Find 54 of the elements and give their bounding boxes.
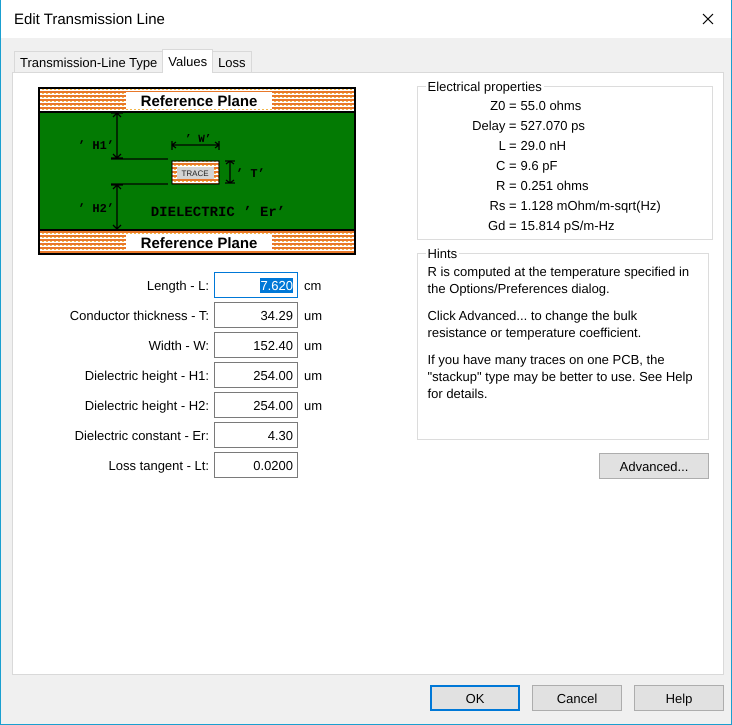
dialog-button[interactable]: Help bbox=[634, 685, 724, 711]
field-label: Width - W: bbox=[148, 338, 210, 352]
group-title: Hints bbox=[426, 246, 458, 261]
field-label: Dielectric constant - Er: bbox=[74, 428, 210, 442]
property-value: 55.0 ohms bbox=[520, 98, 582, 114]
property-value: 15.814 pS/m-Hz bbox=[520, 218, 616, 234]
dimension-label: ’ W’ bbox=[185, 134, 212, 146]
field-label: Loss tangent - Lt: bbox=[108, 458, 210, 472]
value-field[interactable]: 34.29 bbox=[214, 302, 298, 328]
property-value: 9.6 pF bbox=[520, 158, 558, 174]
tab[interactable]: Loss bbox=[212, 51, 252, 72]
dimension-label: ’ H1’ bbox=[78, 139, 114, 153]
tab[interactable]: Transmission-Line Type bbox=[14, 51, 164, 72]
value-field[interactable]: 4.30 bbox=[214, 422, 298, 448]
property-value: 1.128 mOhm/m-sqrt(Hz) bbox=[520, 198, 662, 214]
hint-text: If you have many traces on one PCB, the "stackup" type may be better to use. See Help for details. bbox=[428, 351, 694, 402]
property-value: 29.0 nH bbox=[520, 138, 568, 154]
dialog-button[interactable]: OK bbox=[430, 685, 520, 711]
window-title: Edit Transmission Line bbox=[14, 10, 165, 28]
value-field[interactable]: 254.00 bbox=[214, 392, 298, 418]
unit-label: um bbox=[304, 368, 322, 382]
unit-label: um bbox=[304, 398, 322, 412]
property-name: Rs = bbox=[488, 198, 517, 214]
value-field[interactable]: 0.0200 bbox=[214, 452, 298, 478]
field-label: Dielectric height - H2: bbox=[84, 398, 210, 412]
dielectric-label: DIELECTRIC ’ Er’ bbox=[150, 205, 286, 221]
property-value: 0.251 ohms bbox=[520, 178, 590, 194]
property-value: 527.070 ps bbox=[520, 118, 586, 134]
field-label: Length - L: bbox=[146, 278, 210, 292]
value-field[interactable]: 7.620 bbox=[214, 272, 298, 298]
field-label: Conductor thickness - T: bbox=[68, 308, 210, 322]
unit-label: um bbox=[304, 338, 322, 352]
dialog-button[interactable]: Cancel bbox=[532, 685, 622, 711]
dimension-label: ’ H2’ bbox=[78, 202, 114, 216]
property-name: Delay = bbox=[471, 118, 517, 134]
trace-label: TRACE bbox=[181, 169, 209, 178]
group-title: Electrical properties bbox=[426, 79, 543, 94]
field-label: Dielectric height - H1: bbox=[84, 368, 210, 382]
plane-label: Reference Plane bbox=[140, 235, 258, 252]
unit-label: um bbox=[304, 308, 322, 322]
advanced-button[interactable]: Advanced... bbox=[599, 453, 709, 479]
property-name: R = bbox=[494, 178, 517, 194]
property-name: Z0 = bbox=[489, 98, 517, 114]
value-field[interactable]: 152.40 bbox=[214, 332, 298, 358]
tab[interactable]: Values bbox=[162, 49, 214, 73]
plane-label: Reference Plane bbox=[140, 93, 258, 110]
property-name: C = bbox=[494, 158, 517, 174]
hint-text: Click Advanced... to change the bulk resistance or temperature coefficient. bbox=[428, 307, 642, 341]
property-name: Gd = bbox=[486, 218, 517, 234]
dimension-label: ’ T’ bbox=[236, 167, 265, 181]
property-name: L = bbox=[498, 138, 517, 154]
unit-label: cm bbox=[304, 278, 322, 292]
value-field[interactable]: 254.00 bbox=[214, 362, 298, 388]
hint-text: R is computed at the temperature specified in the Options/Preferences dialog. bbox=[428, 263, 690, 297]
